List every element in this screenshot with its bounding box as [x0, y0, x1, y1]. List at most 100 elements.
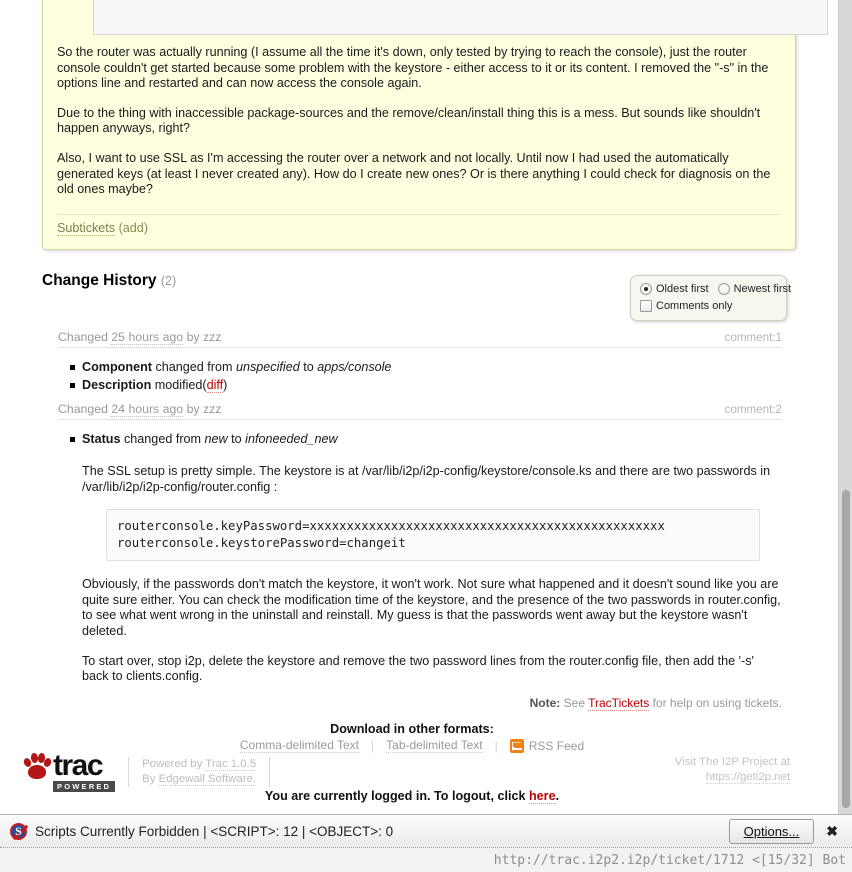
field-name-component: Component [82, 360, 152, 374]
noscript-status-text: Scripts Currently Forbidden | <SCRIPT>: … [35, 823, 394, 839]
page-vertical-scrollbar-thumb[interactable] [842, 490, 850, 808]
logout-link[interactable]: here [528, 789, 556, 804]
change-history-title: Change History [42, 272, 157, 289]
rss-icon [509, 738, 524, 753]
change-history-heading: Change History (2) [42, 272, 176, 290]
note-tail: for help on using tickets. [652, 696, 782, 710]
label-oldest-first[interactable]: Oldest first [656, 283, 709, 295]
i2p-url-link[interactable]: https://geti2p.net [705, 771, 790, 784]
tractickets-link[interactable]: TracTickets [588, 696, 650, 711]
change-entry-1-comment-id[interactable]: comment:1 [725, 331, 782, 344]
field-toword-status: to [231, 432, 242, 446]
comment2-paragraph-1: The SSL setup is pretty simple. The keys… [82, 464, 771, 494]
field-from-status: new [204, 432, 228, 446]
field-to-component: apps/console [317, 360, 392, 374]
comment2-paragraph-2: Obviously, if the passwords don't match … [82, 577, 781, 638]
subtickets-add-link[interactable]: (add) [119, 221, 148, 235]
trac-logo[interactable]: trac POWERED [22, 749, 116, 792]
ticket-log-codeblock[interactable]: 2015/11/21 14:58:11 | If so, you may ign… [93, 0, 828, 35]
i2p-project-link-block: Visit The I2P Project at https://geti2p.… [675, 755, 790, 785]
subtickets-section: Subtickets (add) [57, 213, 781, 236]
ticket-paragraph-2: Due to the thing with inaccessible packa… [57, 105, 761, 136]
history-order-row: Oldest first Newest first [640, 283, 791, 295]
change-entry-1-field-list: Component changed from unspecified to ap… [58, 358, 782, 394]
comment2-paragraph-3: To start over, stop i2p, delete the keys… [82, 653, 754, 684]
history-preferences-box: Oldest first Newest first Comments only [630, 275, 791, 321]
by-prefix: by [186, 330, 200, 344]
comment2-code-block: routerconsole.keyPassword=xxxxxxxxxxxxxx… [106, 509, 760, 562]
rss-feed-link[interactable]: RSS Feed [509, 738, 585, 753]
field-change-component: Component changed from unspecified to ap… [70, 358, 782, 376]
powered-by-line: Powered by Trac 1.0.5 [142, 757, 257, 772]
format-separator-1: | [371, 738, 375, 753]
trac-wordmark-text: trac [53, 749, 104, 782]
status-url-text: http://trac.i2p2.i2p/ticket/1712 <[15/32… [493, 852, 846, 868]
powered-by-prefix: Powered by [142, 758, 203, 770]
login-text-end: . [555, 789, 560, 803]
subtickets-label[interactable]: Subtickets [57, 220, 116, 236]
ticket-description-box: 2015/11/21 14:58:11 | If so, you may ign… [42, 0, 828, 250]
radio-newest-first[interactable] [717, 283, 730, 295]
by-prefix-2: by [186, 402, 200, 416]
change-history-count: (2) [160, 274, 177, 288]
login-text-start: You are currently logged in. To logout, … [264, 789, 526, 803]
changed-prefix-2: Changed [58, 402, 108, 416]
description-diff-link[interactable]: diff [206, 378, 224, 393]
noscript-notification-bar: Scripts Currently Forbidden | <SCRIPT>: … [0, 814, 852, 848]
visit-i2p-label: Visit The I2P Project at [674, 756, 790, 768]
rss-feed-label: RSS Feed [528, 738, 585, 753]
note-see: See [563, 696, 585, 710]
browser-status-bar: http://trac.i2p2.i2p/ticket/1712 <[15/32… [0, 848, 852, 872]
field-verb-status: changed from [124, 432, 202, 446]
trac-version-link[interactable]: Trac 1.0.5 [205, 758, 257, 771]
trac-footer: trac POWERED Powered by Trac 1.0.5 By Ed… [22, 749, 271, 792]
change-entry-2: Changed 24 hours ago by zzz comment:2 St… [58, 402, 782, 699]
trac-version-meta: Powered by Trac 1.0.5 By Edgewall Softwa… [128, 757, 271, 787]
change-entry-2-author[interactable]: zzz [203, 402, 221, 416]
field-change-status: Status changed from new to infoneeded_ne… [70, 430, 782, 448]
trac-paw-icon [22, 752, 53, 780]
field-from-component: unspecified [235, 360, 300, 374]
noscript-close-button[interactable]: ✖ [826, 823, 846, 840]
label-comments-only[interactable]: Comments only [656, 300, 732, 312]
label-newest-first[interactable]: Newest first [734, 283, 791, 295]
change-entry-2-header: Changed 24 hours ago by zzz comment:2 [58, 402, 782, 420]
change-entry-2-comment-body: The SSL setup is pretty simple. The keys… [82, 464, 782, 685]
change-entry-2-comment-id[interactable]: comment:2 [725, 403, 782, 416]
download-formats-title: Download in other formats: [330, 722, 494, 736]
note-label: Note: [529, 696, 561, 710]
change-entry-1-author[interactable]: zzz [203, 330, 221, 344]
change-entry-1: Changed 25 hours ago by zzz comment:1 Co… [58, 330, 782, 394]
field-verb-description: modified [154, 378, 203, 392]
noscript-options-button[interactable]: Options... [728, 818, 815, 844]
format-comma-delimited-text[interactable]: Comma-delimited Text [239, 738, 360, 753]
radio-oldest-first[interactable] [640, 283, 652, 295]
trac-wordmark-row: trac [22, 749, 104, 782]
change-entry-1-header: Changed 25 hours ago by zzz comment:1 [58, 330, 782, 348]
by-prefix-footer: By [142, 773, 156, 785]
field-to-status: infoneeded_new [245, 432, 338, 446]
field-toword-component: to [303, 360, 314, 374]
format-tab-delimited-text[interactable]: Tab-delimited Text [386, 738, 483, 753]
page-vertical-scrollbar[interactable] [838, 0, 852, 814]
format-separator-2: | [494, 738, 498, 753]
changed-prefix: Changed [58, 330, 108, 344]
checkbox-comments-only[interactable] [640, 300, 652, 312]
change-entry-2-when[interactable]: 24 hours ago [111, 402, 184, 417]
by-line: By Edgewall Software. [142, 772, 257, 787]
login-status-line: You are currently logged in. To logout, … [0, 789, 824, 804]
noscript-options-label: Options... [743, 823, 800, 839]
field-verb-component: changed from [155, 360, 233, 374]
field-change-description: Description modified(diff) [70, 376, 782, 394]
tractickets-note: Note: See TracTickets for help on using … [529, 696, 782, 711]
edgewall-link[interactable]: Edgewall Software. [158, 773, 257, 786]
page-content: 2015/11/21 14:58:11 | If so, you may ign… [0, 0, 838, 814]
change-entry-1-author-line: Changed 25 hours ago by zzz [58, 330, 221, 345]
noscript-icon[interactable] [10, 822, 29, 840]
comments-only-row: Comments only [640, 300, 777, 312]
browser-viewport: 2015/11/21 14:58:11 | If so, you may ign… [0, 0, 852, 872]
download-formats-row: Comma-delimited Text | Tab-delimited Tex… [0, 738, 824, 753]
change-entry-1-when[interactable]: 25 hours ago [111, 330, 184, 345]
ticket-paragraph-1: So the router was actually running (I as… [57, 45, 769, 91]
field-name-status: Status [82, 432, 121, 446]
